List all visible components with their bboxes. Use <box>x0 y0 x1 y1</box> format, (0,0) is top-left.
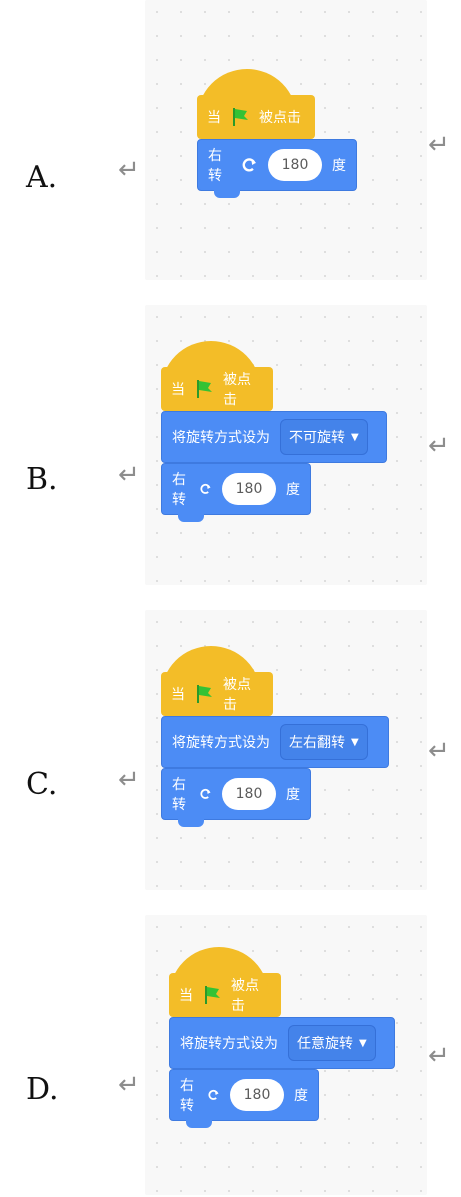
script-stack[interactable]: 当 被点击 将旋转方式设为 任意旋转 ▼ 右转 180 度 <box>169 947 395 1128</box>
script-stack[interactable]: 当 被点击 将旋转方式设为 不可旋转 ▼ 右转 180 度 <box>161 341 387 522</box>
turn-label: 右转 <box>172 472 186 508</box>
dropdown-value: 左右翻转 <box>289 735 345 751</box>
option-a: A. ↵ 当 被点击 右转 180 度 ↵ <box>0 0 461 300</box>
hat-prefix: 当 <box>207 110 221 126</box>
degrees-input[interactable]: 180 <box>222 473 276 505</box>
option-letter: D. <box>26 1072 59 1107</box>
return-mark-right: ↵ <box>428 431 450 461</box>
option-b: B. ↵ 当 被点击 将旋转方式设为 不可旋转 ▼ 右转 180 度 ↵ <box>0 305 461 605</box>
rotation-style-dropdown[interactable]: 不可旋转 ▼ <box>280 419 368 455</box>
option-letter: C. <box>26 767 58 802</box>
hat-suffix: 被点击 <box>231 978 259 1014</box>
code-panel: 当 被点击 右转 180 度 <box>145 0 427 280</box>
return-mark-left: ↵ <box>118 155 140 185</box>
degrees-input[interactable]: 180 <box>230 1079 284 1111</box>
rotation-style-label: 将旋转方式设为 <box>172 735 270 751</box>
turn-right-block[interactable]: 右转 180 度 <box>169 1069 319 1128</box>
degree-unit: 度 <box>286 787 300 803</box>
return-mark-left: ↵ <box>118 1070 140 1100</box>
green-flag-icon <box>193 683 215 705</box>
rotate-clockwise-icon <box>200 788 211 799</box>
hat-prefix: 当 <box>179 988 193 1004</box>
turn-right-block[interactable]: 右转 180 度 <box>197 139 357 198</box>
hat-prefix: 当 <box>171 382 185 398</box>
code-panel: 当 被点击 将旋转方式设为 任意旋转 ▼ 右转 180 度 <box>145 915 427 1195</box>
rotation-style-label: 将旋转方式设为 <box>180 1036 278 1052</box>
degree-unit: 度 <box>332 158 346 174</box>
rotation-style-label: 将旋转方式设为 <box>172 430 270 446</box>
green-flag-icon <box>229 106 251 128</box>
when-flag-clicked-block[interactable]: 当 被点击 <box>197 69 315 139</box>
hat-suffix: 被点击 <box>223 677 251 713</box>
rotate-clockwise-icon <box>242 158 257 172</box>
set-rotation-style-block[interactable]: 将旋转方式设为 不可旋转 ▼ <box>161 411 387 463</box>
green-flag-icon <box>201 984 223 1006</box>
degree-unit: 度 <box>294 1088 308 1104</box>
return-mark-right: ↵ <box>428 1041 450 1071</box>
hat-suffix: 被点击 <box>259 110 301 126</box>
green-flag-icon <box>193 378 215 400</box>
code-panel: 当 被点击 将旋转方式设为 左右翻转 ▼ 右转 180 度 <box>145 610 427 890</box>
caret-down-icon: ▼ <box>351 736 359 748</box>
return-mark-left: ↵ <box>118 460 140 490</box>
rotation-style-dropdown[interactable]: 任意旋转 ▼ <box>288 1025 376 1061</box>
code-panel: 当 被点击 将旋转方式设为 不可旋转 ▼ 右转 180 度 <box>145 305 427 585</box>
option-c: C. ↵ 当 被点击 将旋转方式设为 左右翻转 ▼ 右转 180 度 ↵ <box>0 610 461 910</box>
hat-prefix: 当 <box>171 687 185 703</box>
return-mark-left: ↵ <box>118 765 140 795</box>
rotate-clockwise-icon <box>208 1089 219 1100</box>
script-stack[interactable]: 当 被点击 将旋转方式设为 左右翻转 ▼ 右转 180 度 <box>161 646 389 827</box>
turn-right-block[interactable]: 右转 180 度 <box>161 768 311 827</box>
script-stack[interactable]: 当 被点击 右转 180 度 <box>197 69 357 198</box>
rotate-clockwise-icon <box>200 483 211 494</box>
dropdown-value: 任意旋转 <box>297 1036 353 1052</box>
return-mark-right: ↵ <box>428 736 450 766</box>
when-flag-clicked-block[interactable]: 当 被点击 <box>161 646 273 716</box>
rotation-style-dropdown[interactable]: 左右翻转 ▼ <box>280 724 368 760</box>
degree-unit: 度 <box>286 482 300 498</box>
set-rotation-style-block[interactable]: 将旋转方式设为 左右翻转 ▼ <box>161 716 389 768</box>
dropdown-value: 不可旋转 <box>289 430 345 446</box>
set-rotation-style-block[interactable]: 将旋转方式设为 任意旋转 ▼ <box>169 1017 395 1069</box>
caret-down-icon: ▼ <box>351 431 359 443</box>
caret-down-icon: ▼ <box>359 1037 367 1049</box>
turn-label: 右转 <box>172 777 186 813</box>
degrees-input[interactable]: 180 <box>222 778 276 810</box>
when-flag-clicked-block[interactable]: 当 被点击 <box>169 947 281 1017</box>
option-letter: B. <box>26 462 58 497</box>
option-d: D. ↵ 当 被点击 将旋转方式设为 任意旋转 ▼ 右转 180 度 ↵ <box>0 915 461 1197</box>
turn-right-block[interactable]: 右转 180 度 <box>161 463 311 522</box>
hat-suffix: 被点击 <box>223 372 251 408</box>
degrees-input[interactable]: 180 <box>268 149 322 181</box>
option-letter: A. <box>26 160 58 195</box>
turn-label: 右转 <box>180 1078 194 1114</box>
when-flag-clicked-block[interactable]: 当 被点击 <box>161 341 273 411</box>
return-mark-right: ↵ <box>428 130 450 160</box>
turn-label: 右转 <box>208 148 222 184</box>
